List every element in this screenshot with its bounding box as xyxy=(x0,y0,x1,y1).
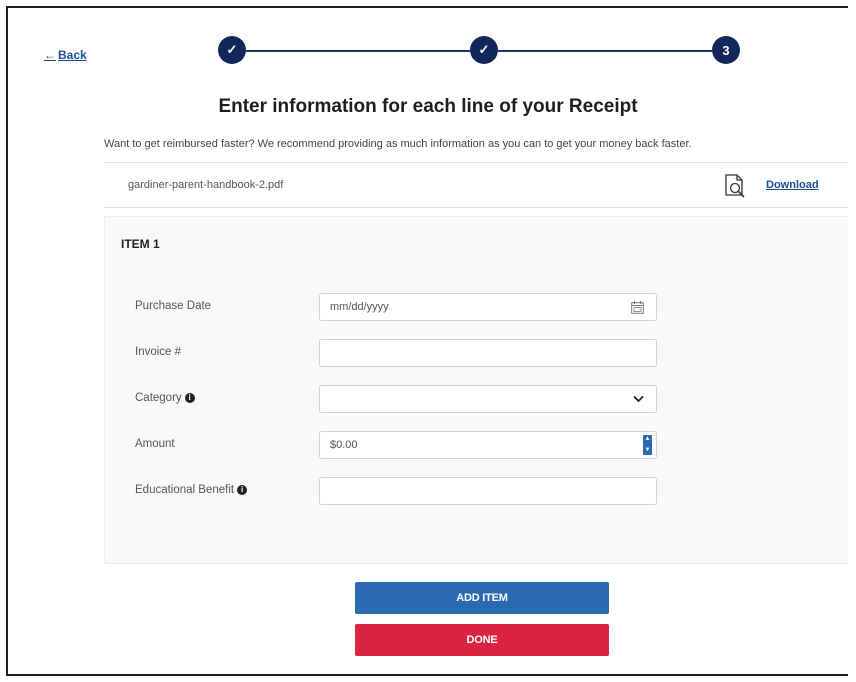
category-label-text: Category xyxy=(135,392,182,404)
invoice-label: Invoice # xyxy=(135,346,182,358)
info-icon[interactable]: i xyxy=(237,484,248,495)
calendar-icon[interactable] xyxy=(631,301,644,314)
app-frame: ← Back ✓ ✓ 3 Enter information for each l… xyxy=(6,6,848,676)
amount-input[interactable]: $0.00 ▲ ▼ xyxy=(319,431,657,459)
step-3-current: 3 xyxy=(712,36,740,64)
back-label: Back xyxy=(58,48,87,62)
progress-stepper: ✓ ✓ 3 xyxy=(218,36,740,66)
educational-benefit-label: Educational Benefit i xyxy=(135,484,248,496)
chevron-down-icon xyxy=(633,395,644,403)
info-icon[interactable]: i xyxy=(184,392,195,403)
step-1-complete-icon: ✓ xyxy=(218,36,246,64)
step-connector xyxy=(246,50,470,52)
file-name: gardiner-parent-handbook-2.pdf xyxy=(128,179,284,191)
invoice-input[interactable] xyxy=(319,339,657,367)
category-label: Category i xyxy=(135,392,195,404)
document-search-icon[interactable] xyxy=(722,173,748,199)
amount-label: Amount xyxy=(135,438,175,450)
increment-icon[interactable]: ▲ xyxy=(645,435,651,444)
download-link[interactable]: Download xyxy=(766,179,819,191)
back-arrow-icon: ← xyxy=(44,48,56,62)
decrement-icon[interactable]: ▼ xyxy=(645,446,651,455)
done-button[interactable]: DONE xyxy=(355,624,609,656)
amount-value: $0.00 xyxy=(330,439,358,451)
purchase-date-input[interactable]: mm/dd/yyyy xyxy=(319,293,657,321)
educational-benefit-label-text: Educational Benefit xyxy=(135,484,235,496)
purchase-date-placeholder: mm/dd/yyyy xyxy=(330,301,389,313)
back-link[interactable]: ← Back xyxy=(44,48,87,62)
page-subtitle: Want to get reimbursed faster? We recomm… xyxy=(104,138,692,150)
file-row: gardiner-parent-handbook-2.pdf Download xyxy=(104,162,848,208)
add-item-button[interactable]: ADD ITEM xyxy=(355,582,609,614)
educational-benefit-input[interactable] xyxy=(319,477,657,505)
step-2-complete-icon: ✓ xyxy=(470,36,498,64)
page-title: Enter information for each line of your … xyxy=(218,96,638,117)
item-card: ITEM 1 Purchase Date mm/dd/yyyy Invoice … xyxy=(104,216,848,564)
amount-stepper[interactable]: ▲ ▼ xyxy=(643,435,652,455)
step-connector xyxy=(498,50,712,52)
purchase-date-label: Purchase Date xyxy=(135,300,212,312)
item-title: ITEM 1 xyxy=(121,237,160,251)
category-select[interactable] xyxy=(319,385,657,413)
